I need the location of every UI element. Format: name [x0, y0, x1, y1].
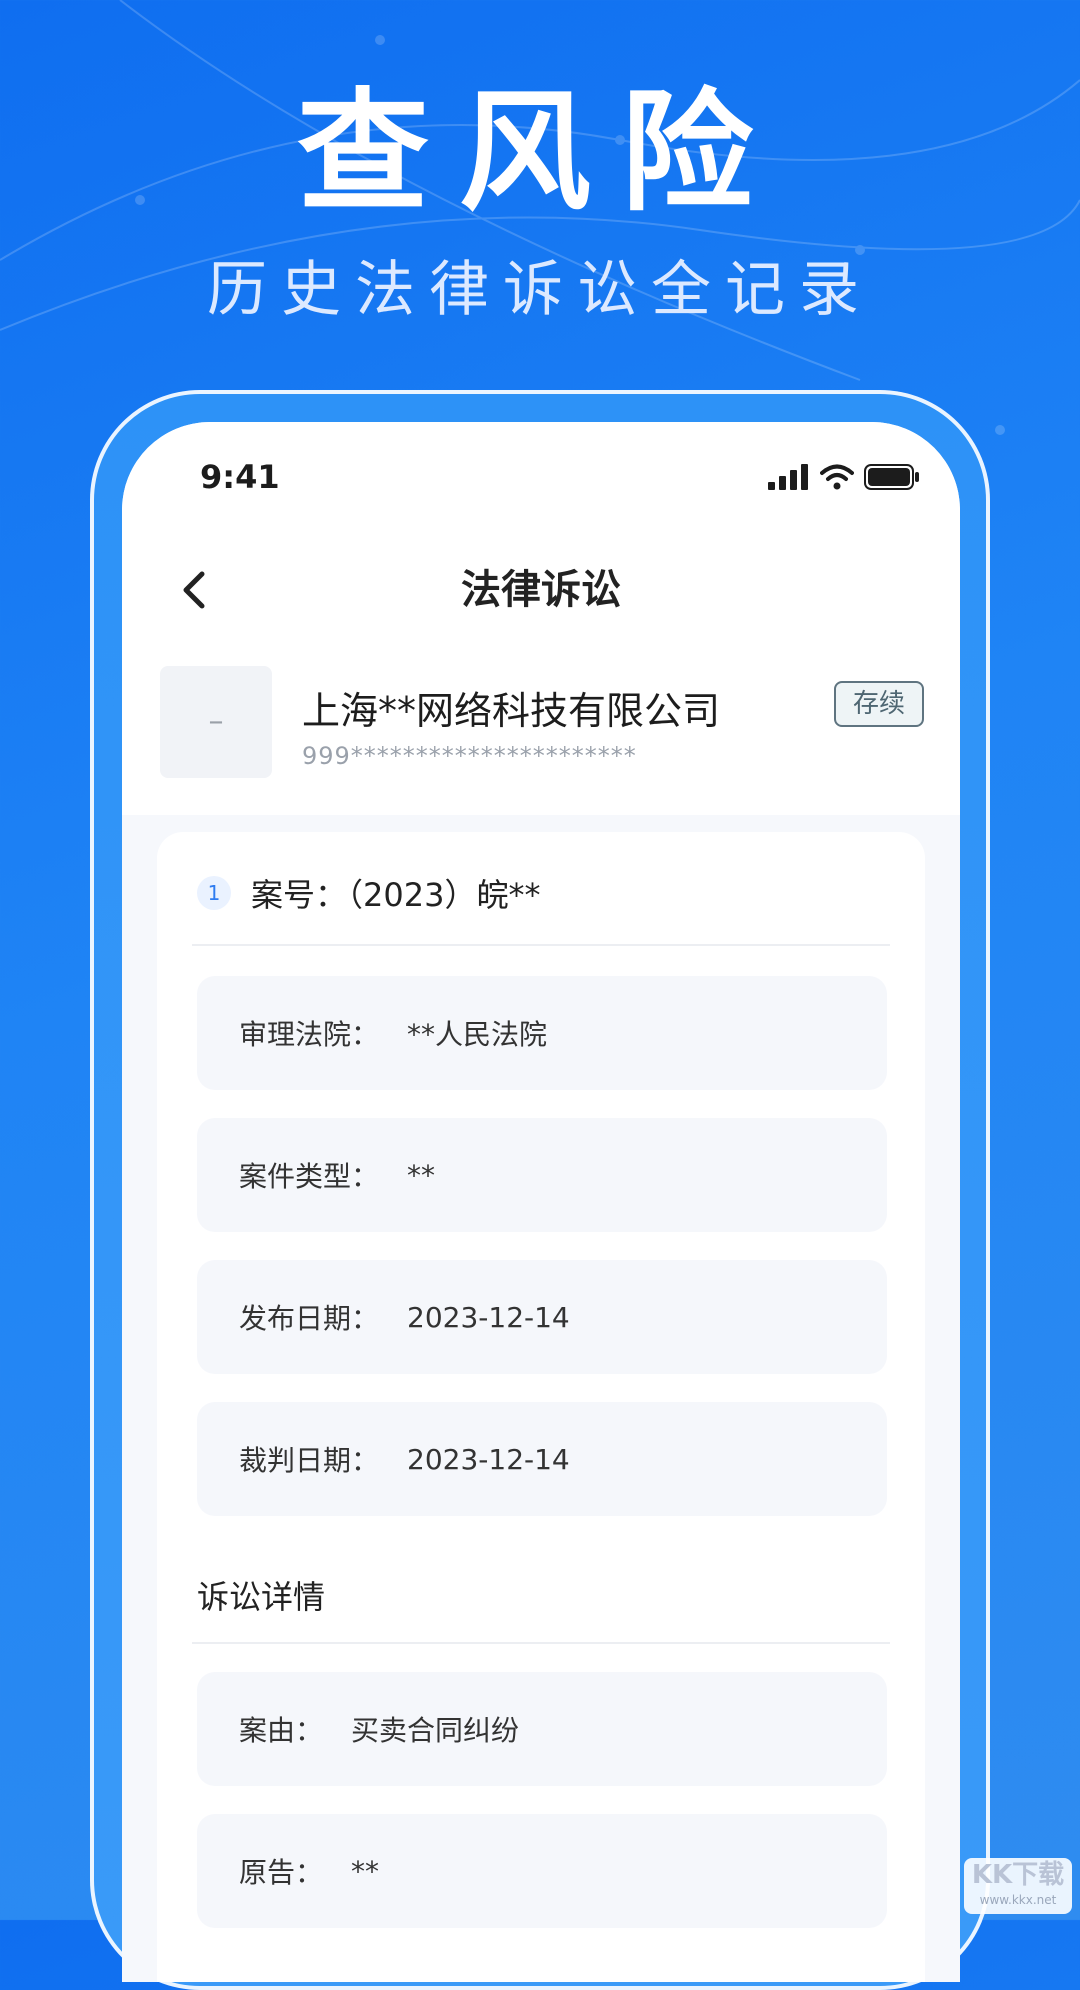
- divider: [192, 1642, 890, 1644]
- divider: [192, 944, 890, 946]
- company-code: 999**********************: [302, 742, 637, 770]
- watermark-site: www.kkx.net: [979, 1893, 1057, 1907]
- watermark-brand: KK下载: [971, 1860, 1065, 1890]
- info-value: **人民法院: [407, 1018, 548, 1051]
- info-label: 案件类型：: [239, 1160, 380, 1193]
- info-row-plaintiff: 原告： **: [197, 1814, 887, 1928]
- info-value: 2023-12-14: [407, 1300, 570, 1334]
- battery-icon: [864, 464, 919, 490]
- status-time: 9:41: [200, 458, 280, 496]
- case-header: 1 案号：（2023）皖**: [197, 870, 540, 916]
- info-row-publish-date: 发布日期： 2023-12-14: [197, 1260, 887, 1374]
- info-label: 审理法院：: [239, 1018, 380, 1051]
- info-value: 2023-12-14: [407, 1442, 570, 1476]
- info-value: **: [407, 1158, 436, 1192]
- info-label: 发布日期：: [239, 1302, 380, 1335]
- case-card: 1 案号：（2023）皖** 审理法院： **人民法院 案件类型： ** 发布日…: [157, 832, 925, 1982]
- info-label: 案由：: [239, 1714, 324, 1747]
- site-watermark: KK下载 www.kkx.net: [964, 1858, 1072, 1914]
- hero-title: 查风险: [297, 76, 783, 230]
- status-icons: [768, 464, 920, 490]
- case-number: 案号：（2023）皖**: [251, 876, 541, 914]
- info-row-judgment-date: 裁判日期： 2023-12-14: [197, 1402, 887, 1516]
- info-label: 原告：: [239, 1856, 324, 1889]
- phone-screen: 9:41 法律诉讼 – 上海**网络科技有限公司 999************…: [122, 422, 960, 1982]
- company-logo-placeholder: –: [160, 666, 272, 778]
- section-title-details: 诉讼详情: [197, 1578, 326, 1616]
- case-index-badge: 1: [197, 876, 231, 910]
- info-row-case-type: 案件类型： **: [197, 1118, 887, 1232]
- wifi-icon: [820, 464, 854, 490]
- status-badge: 存续: [834, 681, 924, 727]
- info-label: 裁判日期：: [239, 1444, 380, 1477]
- info-value: **: [351, 1854, 380, 1888]
- info-row-court: 审理法院： **人民法院: [197, 976, 887, 1090]
- page-title: 法律诉讼: [461, 567, 621, 613]
- info-value: 买卖合同纠纷: [351, 1714, 520, 1747]
- hero-subtitle: 历史法律诉讼全记录: [207, 255, 873, 325]
- company-name[interactable]: 上海**网络科技有限公司: [302, 680, 720, 735]
- info-row-cause: 案由： 买卖合同纠纷: [197, 1672, 887, 1786]
- signal-icon: [768, 464, 808, 490]
